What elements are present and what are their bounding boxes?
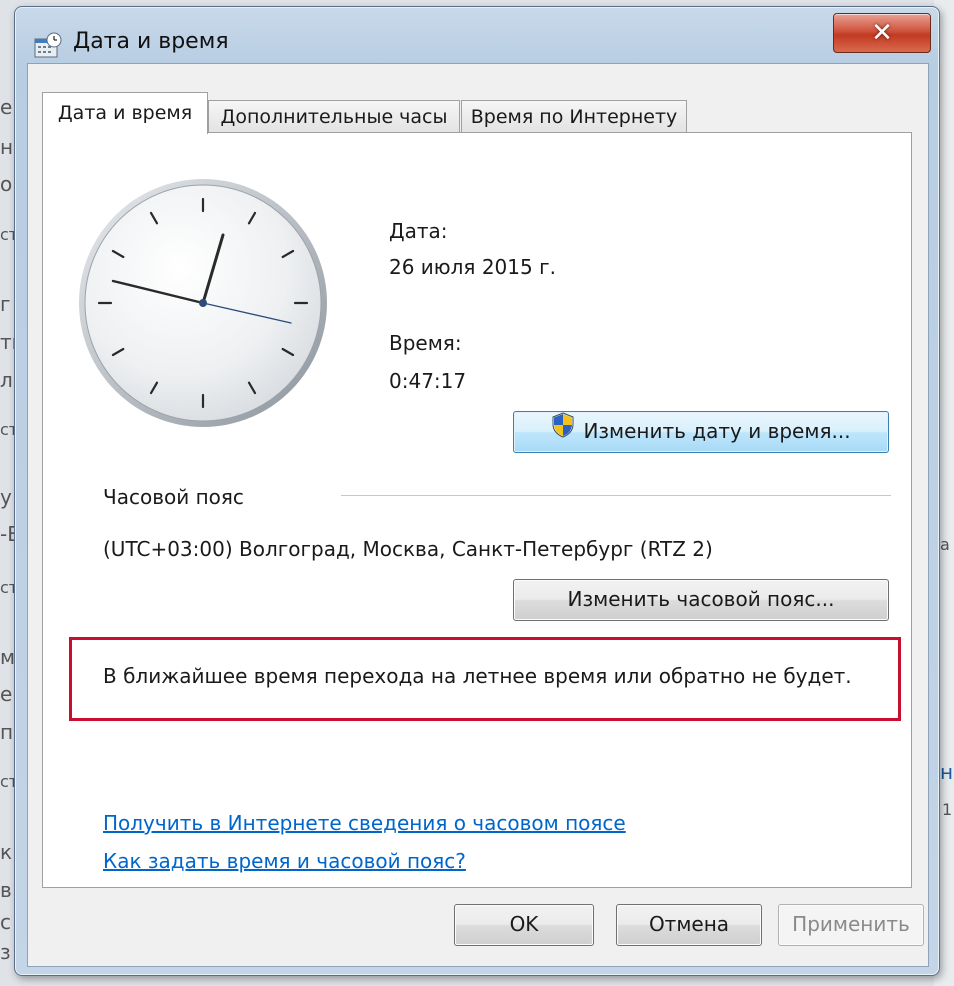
close-button[interactable]: ✕	[833, 13, 931, 53]
timezone-info-online-link[interactable]: Получить в Интернете сведения о часовом …	[103, 811, 626, 835]
change-datetime-button[interactable]: Изменить дату и время...	[513, 411, 889, 453]
background-text: е	[0, 682, 13, 706]
background-text: м	[0, 645, 16, 669]
window-title: Дата и время	[73, 29, 229, 54]
how-to-set-time-link[interactable]: Как задать время и часовой пояс?	[103, 849, 466, 873]
apply-button[interactable]: Применить	[778, 904, 924, 946]
date-value: 26 июля 2015 г.	[389, 255, 556, 279]
close-icon: ✕	[871, 18, 893, 48]
tab-date-and-time[interactable]: Дата и время	[42, 92, 208, 134]
date-label: Дата:	[389, 219, 448, 243]
background-text: а	[940, 535, 950, 554]
ok-button[interactable]: OK	[454, 904, 594, 946]
background-text: с	[0, 910, 11, 934]
timezone-section-divider	[341, 495, 891, 497]
timezone-value: (UTC+03:00) Волгоград, Москва, Санкт-Пет…	[103, 537, 713, 561]
analog-clock	[79, 179, 327, 427]
time-label: Время:	[389, 331, 462, 355]
background-text: г	[0, 292, 11, 316]
uac-shield-icon	[551, 411, 575, 450]
background-text: 1	[942, 800, 953, 819]
background-text: н	[940, 760, 954, 784]
cancel-button[interactable]: Отмена	[616, 904, 762, 946]
dst-message: В ближайшее время перехода на летнее вре…	[103, 664, 852, 688]
background-text: о	[0, 172, 13, 196]
time-value: 0:47:17	[389, 369, 467, 393]
background-text: п	[0, 720, 14, 744]
clock-calendar-icon	[33, 31, 63, 59]
tab-panel-date-and-time: Дата: 26 июля 2015 г. Время: 0:47:17 Изм…	[42, 132, 912, 888]
background-text: е	[0, 95, 13, 119]
tab-internet-time[interactable]: Время по Интернету	[461, 100, 687, 133]
dialog-client-area: Дата и время Дополнительные часы Время п…	[27, 63, 929, 967]
background-text: в	[0, 878, 12, 902]
clock-center-pin	[199, 299, 207, 307]
timezone-section-label: Часовой пояс	[103, 485, 244, 509]
background-text: к	[0, 840, 13, 864]
tab-additional-clocks[interactable]: Дополнительные часы	[208, 100, 460, 133]
change-timezone-button[interactable]: Изменить часовой пояс...	[513, 579, 889, 621]
change-datetime-button-label: Изменить дату и время...	[583, 419, 851, 443]
background-text: у	[0, 485, 12, 509]
datetime-dialog: Дата и время ✕ Дата и время Дополнительн…	[14, 6, 940, 976]
background-text: з	[0, 940, 11, 964]
title-bar[interactable]: Дата и время ✕	[15, 7, 939, 71]
